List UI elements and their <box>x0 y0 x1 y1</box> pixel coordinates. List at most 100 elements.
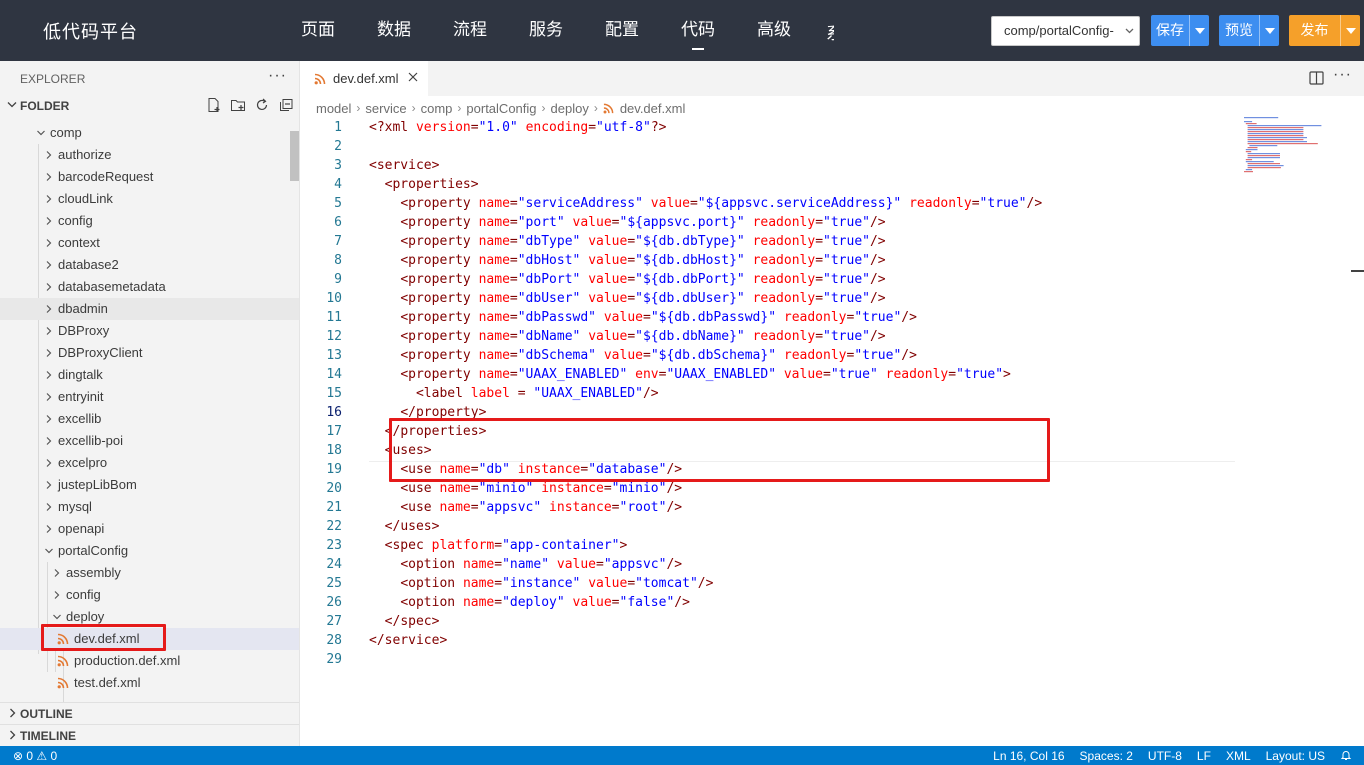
tree-folder-item[interactable]: excellib <box>0 408 299 430</box>
status-problems[interactable]: ⊗ 0 ⚠ 0 <box>13 749 57 763</box>
tree-folder-item[interactable]: barcodeRequest <box>0 166 299 188</box>
line-number: 4 <box>334 177 342 192</box>
tree-file-item[interactable]: test.def.xml <box>0 672 299 694</box>
breadcrumb-item[interactable]: dev.def.xml <box>620 101 686 116</box>
preview-dropdown-button[interactable] <box>1259 15 1279 46</box>
folder-section-header[interactable]: FOLDER <box>0 95 299 117</box>
nav-item-config[interactable]: 配置 <box>584 0 660 61</box>
line-number: 27 <box>326 614 342 629</box>
more-actions-icon[interactable]: ··· <box>268 67 287 85</box>
minimap-line <box>1247 167 1281 169</box>
tree-folder-item[interactable]: context <box>0 232 299 254</box>
refresh-icon[interactable] <box>254 97 270 113</box>
tree-item-label: assembly <box>66 565 121 580</box>
tree-folder-item[interactable]: excelpro <box>0 452 299 474</box>
breadcrumb-item[interactable]: service <box>365 101 406 116</box>
tree-file-item[interactable]: production.def.xml <box>0 650 299 672</box>
tree-folder-item[interactable]: authorize <box>0 144 299 166</box>
minimap-line <box>1249 145 1278 147</box>
publish-split-button: 发布 <box>1289 15 1360 46</box>
code-line: 2 <box>300 137 1240 156</box>
code-text: <use name="appsvc" instance="root"/> <box>400 500 683 515</box>
code-text: <property name="dbUser" value="${db.dbUs… <box>400 291 886 306</box>
nav-item-services[interactable]: 服务 <box>508 0 584 61</box>
outline-section-header[interactable]: OUTLINE <box>0 702 299 724</box>
nav-item-advanced[interactable]: 高级 <box>736 0 812 61</box>
tree-item-label: excelpro <box>58 455 108 470</box>
tree-folder-item[interactable]: dingtalk <box>0 364 299 386</box>
tree-item-label: config <box>66 587 101 602</box>
more-actions-icon[interactable]: ··· <box>1333 66 1352 84</box>
code-editor: dev.def.xml ··· model › service › comp › porta… <box>300 61 1364 746</box>
status-bar: ⊗ 0 ⚠ 0 Ln 16, Col 16 Spaces: 2 UTF-8 LF… <box>0 746 1364 765</box>
nav-item-process[interactable]: 流程 <box>432 0 508 61</box>
xml-file-icon <box>57 655 69 667</box>
collapse-all-icon[interactable] <box>278 97 294 113</box>
tree-folder-item[interactable]: dbadmin <box>0 298 299 320</box>
nav-item-overflow[interactable]: 系统 <box>826 19 834 41</box>
close-icon[interactable] <box>407 69 419 88</box>
minimap[interactable] <box>1242 117 1327 177</box>
line-number: 2 <box>334 139 342 154</box>
breadcrumb-item[interactable]: portalConfig <box>466 101 536 116</box>
code-area[interactable]: 1 <?xml version="1.0" encoding="utf-8"?> 2… <box>300 118 1364 678</box>
breadcrumb-item[interactable]: comp <box>421 101 453 116</box>
status-encoding[interactable]: UTF-8 <box>1148 749 1182 764</box>
nav-item-data[interactable]: 数据 <box>356 0 432 61</box>
nav-item-pages[interactable]: 页面 <box>280 0 356 61</box>
chevron-right-icon <box>44 390 54 404</box>
code-text: <property name="dbSchema" value="${db.db… <box>400 348 917 363</box>
status-eol[interactable]: LF <box>1197 749 1211 764</box>
tree-folder-item[interactable]: databasemetadata <box>0 276 299 298</box>
publish-dropdown-button[interactable] <box>1340 15 1360 46</box>
tree-folder-item[interactable]: excellib-poi <box>0 430 299 452</box>
breadcrumb-item[interactable]: deploy <box>551 101 589 116</box>
code-line: 21 <use name="appsvc" instance="root"/> <box>300 498 1240 517</box>
code-line: 27 </spec> <box>300 612 1240 631</box>
save-button[interactable]: 保存 <box>1151 15 1189 46</box>
tree-folder-item[interactable]: comp <box>0 122 299 144</box>
tree-folder-item[interactable]: config <box>0 584 299 606</box>
save-dropdown-button[interactable] <box>1189 15 1209 46</box>
tree-folder-item[interactable]: DBProxyClient <box>0 342 299 364</box>
minimap-line <box>1245 159 1253 161</box>
status-keyboard-layout[interactable]: Layout: US <box>1266 749 1325 764</box>
split-editor-icon[interactable] <box>1309 71 1324 85</box>
editor-tab-dev-def-xml[interactable]: dev.def.xml <box>300 61 428 96</box>
tree-folder-item[interactable]: cloudLink <box>0 188 299 210</box>
tree-folder-item[interactable]: entryinit <box>0 386 299 408</box>
sidebar-scrollbar-thumb[interactable] <box>290 131 299 181</box>
status-indentation[interactable]: Spaces: 2 <box>1080 749 1133 764</box>
bell-icon[interactable] <box>1340 749 1352 764</box>
tree-folder-item[interactable]: assembly <box>0 562 299 584</box>
breadcrumb-item[interactable]: model <box>316 101 351 116</box>
nav-item-code[interactable]: 代码 <box>660 0 736 61</box>
tree-folder-item[interactable]: openapi <box>0 518 299 540</box>
publish-button[interactable]: 发布 <box>1289 15 1340 46</box>
tree-folder-item[interactable]: mysql <box>0 496 299 518</box>
branch-select[interactable]: comp/portalConfig- <box>991 16 1140 46</box>
code-line: 8 <property name="dbHost" value="${db.db… <box>300 251 1240 270</box>
tree-folder-item[interactable]: database2 <box>0 254 299 276</box>
status-language[interactable]: XML <box>1226 749 1251 764</box>
tree-item-label: DBProxy <box>58 323 110 338</box>
tree-folder-item[interactable]: justepLibBom <box>0 474 299 496</box>
tree-folder-item[interactable]: config <box>0 210 299 232</box>
tree-item-label: dbadmin <box>58 301 108 316</box>
xml-file-icon <box>314 72 326 85</box>
preview-button[interactable]: 预览 <box>1219 15 1259 46</box>
new-folder-icon[interactable] <box>230 97 246 113</box>
tree-folder-item[interactable]: portalConfig <box>0 540 299 562</box>
new-file-icon[interactable] <box>206 97 222 113</box>
minimap-line <box>1245 161 1274 163</box>
minimap-line <box>1247 163 1280 165</box>
main-nav: 页面 数据 流程 服务 配置 代码 高级 <box>280 0 812 61</box>
minimap-line <box>1245 151 1252 153</box>
tree-item-label: comp <box>50 125 82 140</box>
chevron-right-icon <box>44 170 54 184</box>
tree-item-label: openapi <box>58 521 105 536</box>
status-cursor-position[interactable]: Ln 16, Col 16 <box>993 749 1064 764</box>
editor-scrollbar-marker <box>1351 270 1364 272</box>
timeline-section-header[interactable]: TIMELINE <box>0 724 299 746</box>
tree-folder-item[interactable]: DBProxy <box>0 320 299 342</box>
